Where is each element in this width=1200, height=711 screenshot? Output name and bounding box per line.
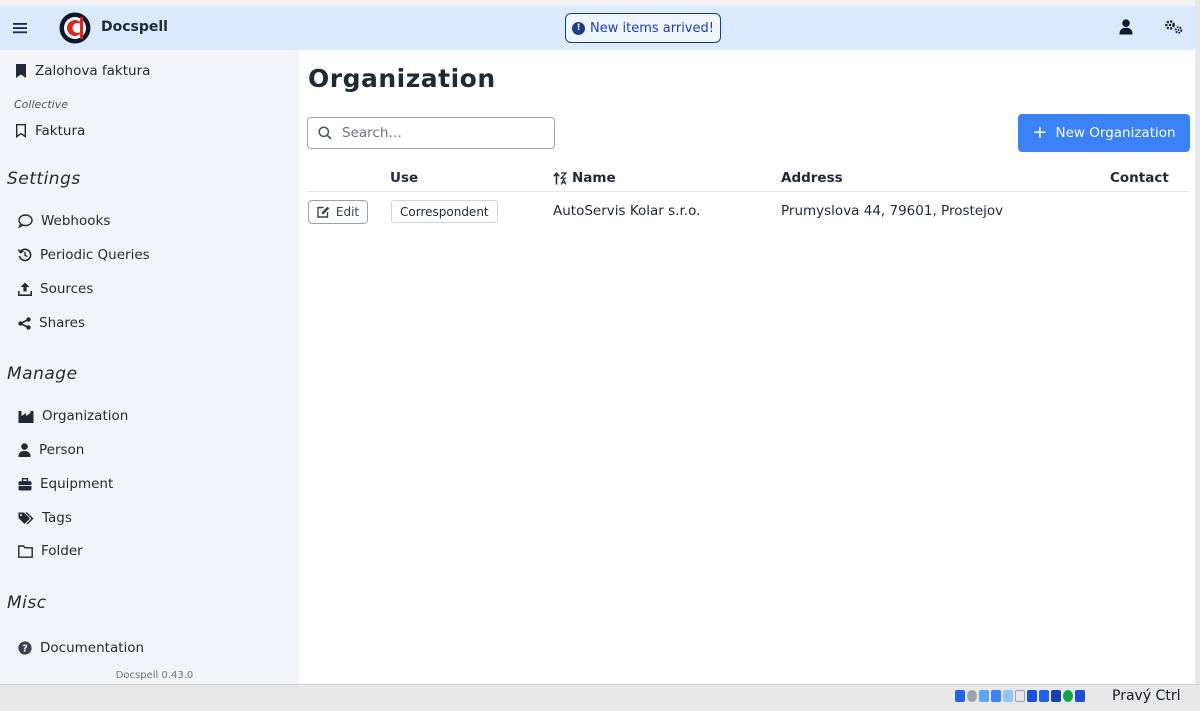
status-tray-icons bbox=[955, 690, 1085, 702]
sort-icon bbox=[553, 171, 567, 185]
usb-icon[interactable] bbox=[1003, 690, 1013, 702]
history-icon bbox=[18, 248, 32, 262]
column-header-use[interactable]: Use bbox=[390, 170, 418, 186]
page-title: Organization bbox=[308, 64, 496, 93]
sidebar-item-equipment[interactable]: Equipment bbox=[18, 476, 113, 492]
sidebar-item-organization[interactable]: Organization bbox=[18, 408, 128, 424]
edit-label: Edit bbox=[335, 205, 360, 219]
sidebar-item-label: Webhooks bbox=[41, 213, 111, 229]
optical-drive-icon[interactable] bbox=[967, 690, 977, 702]
sidebar-bookmark-zalohova-faktura[interactable]: Zalohova faktura bbox=[15, 63, 150, 79]
bookmark-filled-icon bbox=[16, 64, 26, 78]
new-organization-label: New Organization bbox=[1055, 125, 1176, 141]
edit-button[interactable]: Edit bbox=[308, 200, 368, 224]
keyboard-capture-icon[interactable] bbox=[1075, 690, 1085, 702]
video-capture-icon[interactable] bbox=[1039, 690, 1049, 702]
edit-icon bbox=[317, 206, 330, 218]
new-organization-button[interactable]: + New Organization bbox=[1018, 114, 1190, 152]
sidebar: Zalohova faktura Collective Faktura Sett… bbox=[0, 50, 299, 684]
hard-disk-icon[interactable] bbox=[955, 690, 965, 702]
bookmark-outline-icon bbox=[16, 124, 26, 138]
column-header-address[interactable]: Address bbox=[781, 170, 843, 186]
column-header-contact[interactable]: Contact bbox=[1110, 170, 1169, 186]
plus-icon: + bbox=[1032, 122, 1048, 143]
share-icon bbox=[18, 316, 31, 330]
briefcase-icon bbox=[18, 477, 32, 490]
vm-status-bar: Pravý Ctrl bbox=[0, 684, 1200, 711]
top-bar: Docspell ! New items arrived! bbox=[0, 6, 1195, 50]
new-items-notification[interactable]: ! New items arrived! bbox=[565, 13, 721, 43]
sidebar-item-label: Zalohova faktura bbox=[35, 63, 151, 79]
settings-heading: Settings bbox=[7, 169, 81, 189]
app-name[interactable]: Docspell bbox=[101, 19, 168, 35]
sidebar-item-label: Documentation bbox=[40, 640, 145, 656]
shared-folder-icon[interactable] bbox=[1015, 690, 1025, 702]
sidebar-item-label: Equipment bbox=[40, 476, 114, 492]
display-icon[interactable] bbox=[1027, 690, 1037, 702]
sidebar-item-label: Periodic Queries bbox=[40, 247, 150, 263]
collective-label: Collective bbox=[14, 98, 68, 111]
sidebar-item-folder[interactable]: Folder bbox=[18, 543, 83, 559]
docspell-logo[interactable] bbox=[59, 12, 91, 44]
sidebar-item-label: Shares bbox=[39, 315, 85, 331]
sidebar-item-label: Sources bbox=[40, 281, 94, 297]
sidebar-item-label: Organization bbox=[42, 408, 129, 424]
industry-icon bbox=[18, 410, 34, 423]
network-icon[interactable] bbox=[991, 690, 1001, 702]
settings-gears-icon[interactable] bbox=[1164, 19, 1184, 37]
search-input[interactable] bbox=[342, 125, 542, 141]
mouse-integration-icon[interactable] bbox=[1063, 690, 1073, 702]
question-circle-icon: ? bbox=[18, 641, 32, 655]
sidebar-item-periodic-queries[interactable]: Periodic Queries bbox=[18, 247, 150, 263]
organization-address-cell: Prumyslova 44, 79601, Prostejov bbox=[781, 203, 1004, 219]
sidebar-item-webhooks[interactable]: Webhooks bbox=[18, 213, 110, 229]
menu-toggle-icon[interactable] bbox=[10, 16, 30, 40]
sidebar-item-label: Folder bbox=[41, 543, 83, 559]
user-icon[interactable] bbox=[1119, 19, 1135, 37]
sidebar-bookmark-faktura[interactable]: Faktura bbox=[15, 123, 85, 139]
use-badge: Correspondent bbox=[391, 200, 498, 223]
upload-icon bbox=[18, 282, 32, 296]
main-content: Organization + New Organization Use Name… bbox=[299, 50, 1195, 684]
table-header-divider bbox=[307, 191, 1189, 192]
window-edge bbox=[1195, 0, 1200, 711]
user-icon bbox=[18, 443, 31, 457]
manage-heading: Manage bbox=[7, 364, 78, 384]
sidebar-item-shares[interactable]: Shares bbox=[18, 315, 85, 331]
svg-text:?: ? bbox=[22, 644, 28, 655]
sidebar-item-person[interactable]: Person bbox=[18, 442, 84, 458]
notification-text: New items arrived! bbox=[590, 20, 714, 36]
sidebar-item-label: Tags bbox=[42, 510, 72, 526]
search-box[interactable] bbox=[307, 117, 555, 149]
info-icon: ! bbox=[572, 21, 585, 35]
folder-icon bbox=[18, 544, 33, 558]
sidebar-item-label: Person bbox=[39, 442, 85, 458]
column-header-name[interactable]: Name bbox=[553, 170, 616, 186]
search-icon bbox=[318, 126, 332, 140]
sidebar-item-sources[interactable]: Sources bbox=[18, 281, 93, 297]
app-version: Docspell 0.43.0 bbox=[115, 670, 194, 681]
organization-name-cell: AutoServis Kolar s.r.o. bbox=[553, 203, 701, 219]
audio-icon[interactable] bbox=[979, 690, 989, 702]
comment-icon bbox=[18, 214, 33, 228]
sidebar-item-label: Faktura bbox=[35, 123, 86, 139]
sidebar-item-documentation[interactable]: ? Documentation bbox=[18, 640, 144, 656]
misc-heading: Misc bbox=[7, 593, 47, 613]
sidebar-item-tags[interactable]: Tags bbox=[18, 510, 72, 526]
tags-icon bbox=[18, 511, 34, 524]
host-key-label: Pravý Ctrl bbox=[1112, 688, 1181, 704]
cpu-icon[interactable] bbox=[1051, 690, 1061, 702]
